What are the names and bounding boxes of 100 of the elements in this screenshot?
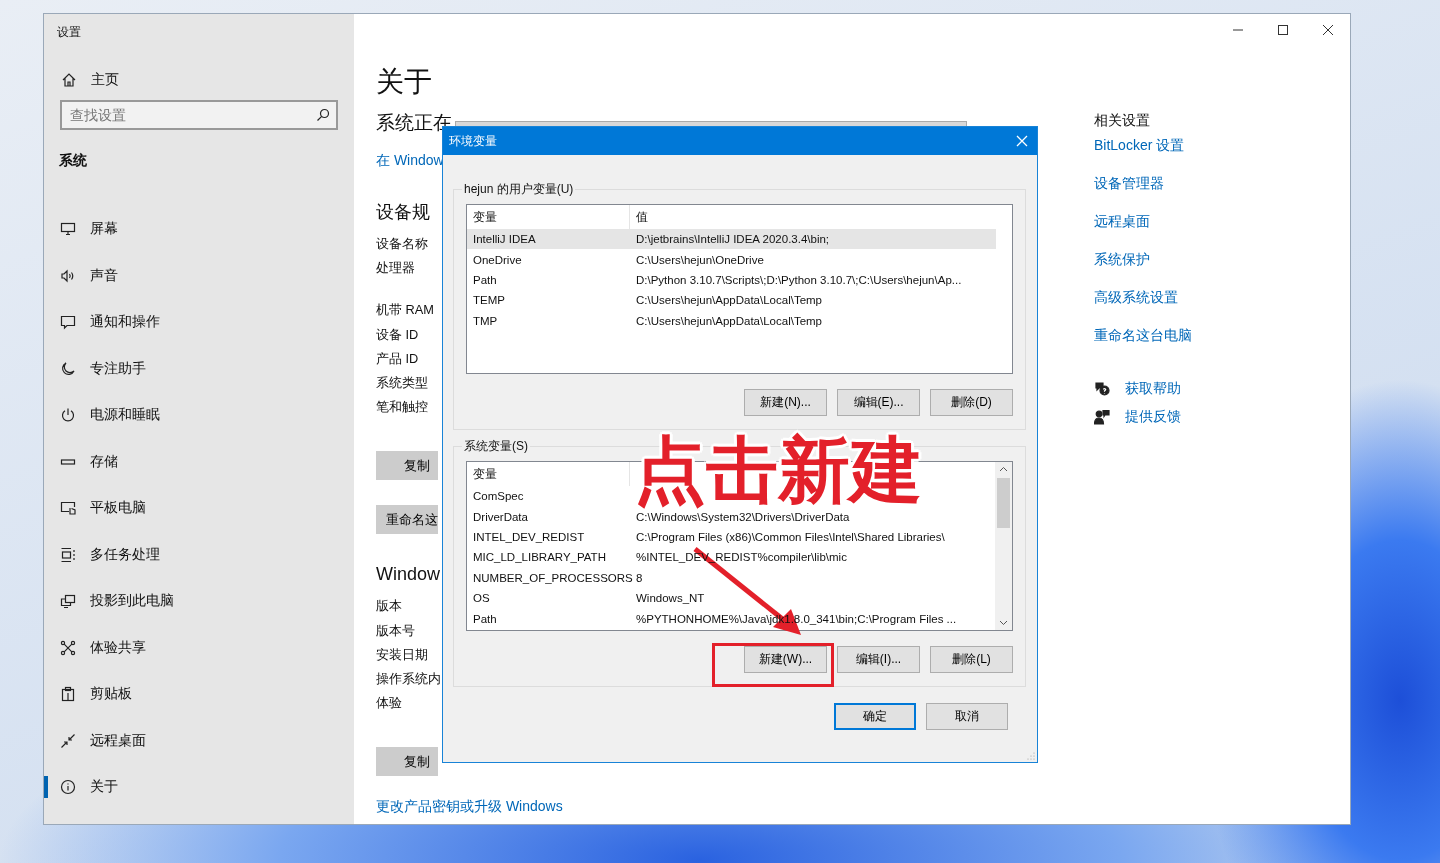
- clipboard-icon: [60, 686, 76, 703]
- scroll-down-icon[interactable]: [999, 620, 1008, 626]
- property-label: 操作系统内: [376, 669, 441, 688]
- close-icon: [1320, 24, 1335, 36]
- sidebar-item[interactable]: 平板电脑: [44, 485, 354, 532]
- table-cell[interactable]: Windows_NT: [630, 592, 705, 605]
- table-cell[interactable]: ComSpec: [467, 490, 630, 503]
- table-cell[interactable]: INTEL_DEV_REDIST: [467, 530, 630, 543]
- column-header: 变量: [467, 462, 630, 486]
- table-cell[interactable]: NUMBER_OF_PROCESSORS: [467, 571, 630, 584]
- property-label: 安装日期: [376, 645, 429, 664]
- multitask-icon: [60, 546, 76, 563]
- property-label: 版本号: [376, 621, 416, 640]
- copy-button[interactable]: 复制: [376, 747, 438, 777]
- home-item[interactable]: 主页: [44, 68, 354, 92]
- share-nodes-icon: [60, 639, 76, 656]
- dialog-button[interactable]: 删除(D): [930, 389, 1013, 416]
- property-label: 系统类型: [376, 373, 429, 392]
- sidebar-item[interactable]: 专注助手: [44, 345, 354, 392]
- section-heading: 系统: [58, 152, 88, 170]
- sidebar-item[interactable]: 电源和睡眠: [44, 392, 354, 439]
- table-cell[interactable]: Path: [467, 612, 630, 625]
- table-cell[interactable]: C:\Users\hejun\AppData\Local\Temp: [630, 314, 822, 327]
- link[interactable]: 重命名这台电脑: [1094, 324, 1192, 362]
- sidebar-item[interactable]: 远程桌面: [44, 717, 354, 764]
- property-label: 体验: [376, 694, 403, 713]
- dialog-button[interactable]: 编辑(E)...: [837, 389, 920, 416]
- dialog-button[interactable]: 编辑(I)...: [837, 646, 920, 673]
- dialog-button[interactable]: 删除(L): [930, 646, 1013, 673]
- link[interactable]: 设备管理器: [1094, 172, 1164, 210]
- link[interactable]: 高级系统设置: [1094, 286, 1178, 324]
- dialog-title: 环境变量: [449, 132, 497, 150]
- monitor-icon: [60, 221, 76, 238]
- person-feedback-icon: [1094, 409, 1110, 425]
- help-link[interactable]: 提供反馈: [1094, 408, 1181, 426]
- link[interactable]: 系统保护: [1094, 248, 1150, 286]
- home-icon: [61, 72, 77, 88]
- help-bubble-icon: [1094, 381, 1110, 397]
- column-header: 值: [635, 210, 648, 225]
- group-label: hejun 的用户变量(U): [463, 181, 575, 198]
- sidebar-item[interactable]: 体验共享: [44, 624, 354, 671]
- sidebar-item[interactable]: 存储: [44, 438, 354, 485]
- table-cell[interactable]: MIC_LD_LIBRARY_PATH: [467, 551, 630, 564]
- table-cell[interactable]: D:\Python 3.10.7\Scripts\;D:\Python 3.10.7\;C:\Users\hejun\Ap...: [630, 273, 962, 286]
- copy-button[interactable]: 复制: [376, 451, 438, 481]
- table-cell[interactable]: C:\Users\hejun\AppData\Local\Temp: [630, 294, 822, 307]
- link[interactable]: 更改产品密钥或升级 Windows: [376, 798, 563, 817]
- page-title: 关于: [376, 65, 432, 99]
- scroll-thumb[interactable]: [997, 478, 1010, 528]
- sidebar-item[interactable]: 屏幕: [44, 206, 354, 253]
- search-icon: [316, 108, 330, 122]
- link[interactable]: 远程桌面: [1094, 210, 1150, 248]
- table-cell[interactable]: C:\Users\hejun\OneDrive: [630, 253, 764, 266]
- property-label: 笔和触控: [376, 398, 429, 417]
- table-cell[interactable]: DriverData: [467, 510, 630, 523]
- close-icon: [1016, 135, 1028, 147]
- tablet-icon: [60, 500, 76, 517]
- property-label: 设备名称: [376, 235, 428, 253]
- table-cell[interactable]: C:\Program Files (x86)\Common Files\Intel\Shared Libraries\: [630, 530, 945, 543]
- table-cell[interactable]: OS: [467, 592, 630, 605]
- table-cell[interactable]: C:\Windows\System32\Drivers\DriverData: [630, 510, 850, 523]
- table-cell[interactable]: D:\jetbrains\IntelliJ IDEA 2020.3.4\bin;: [630, 233, 830, 246]
- sidebar-item[interactable]: 通知和操作: [44, 299, 354, 346]
- section-heading: 设备规: [376, 201, 430, 224]
- group-label: 系统变量(S): [463, 438, 529, 455]
- sidebar-item[interactable]: 剪贴板: [44, 671, 354, 718]
- dialog-button[interactable]: 新建(W)...: [744, 646, 827, 673]
- help-link[interactable]: 获取帮助: [1094, 380, 1181, 398]
- property-label: 机带 RAM: [376, 301, 434, 320]
- speech-bubble-icon: [60, 314, 76, 331]
- table-cell[interactable]: TMP: [467, 314, 630, 327]
- info-icon: [60, 779, 76, 796]
- sidebar-item[interactable]: 多任务处理: [44, 531, 354, 578]
- scrollbar[interactable]: [995, 462, 1012, 630]
- dialog-button[interactable]: 确定: [834, 703, 916, 730]
- sidebar-item[interactable]: 关于: [44, 764, 354, 811]
- table-cell[interactable]: TEMP: [467, 294, 630, 307]
- moon-icon: [60, 360, 76, 377]
- dialog-button[interactable]: 新建(N)...: [744, 389, 827, 416]
- power-icon: [60, 407, 76, 424]
- sidebar-item[interactable]: 声音: [44, 252, 354, 299]
- copy-button[interactable]: 重命名这: [376, 505, 438, 535]
- scroll-up-icon[interactable]: [999, 466, 1008, 472]
- table-cell[interactable]: Path: [467, 273, 630, 286]
- window-title: 设置: [56, 24, 82, 41]
- dialog-button[interactable]: 取消: [926, 703, 1008, 730]
- property-label: 设备 ID: [376, 325, 420, 344]
- link[interactable]: BitLocker 设置: [1094, 134, 1185, 172]
- maximize-icon: [1275, 24, 1290, 36]
- property-label: 处理器: [376, 259, 416, 278]
- speaker-icon: [60, 267, 76, 284]
- property-label: 产品 ID: [376, 349, 420, 368]
- section-heading: 相关设置: [1094, 112, 1150, 130]
- property-label: 版本: [376, 597, 403, 616]
- table-cell[interactable]: OneDrive: [467, 253, 630, 266]
- table-cell[interactable]: IntelliJ IDEA: [467, 233, 630, 246]
- link[interactable]: 在 Window: [376, 148, 444, 172]
- sidebar-item[interactable]: 投影到此电脑: [44, 578, 354, 625]
- search-field[interactable]: 查找设置: [60, 100, 338, 130]
- section-heading: Window: [376, 563, 441, 587]
